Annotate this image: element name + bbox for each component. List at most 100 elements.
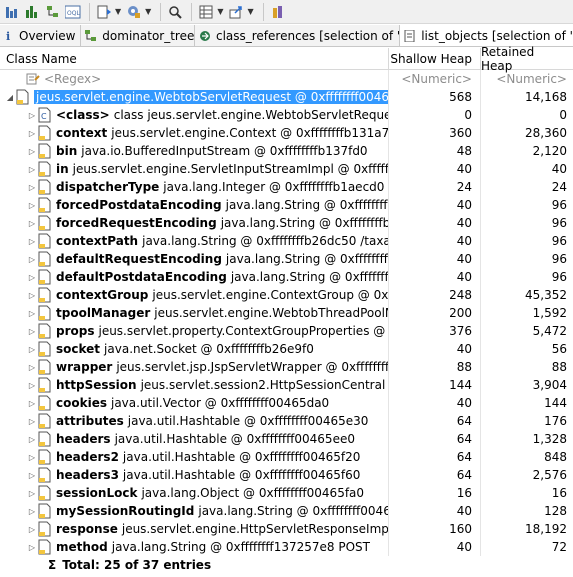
grid-icon[interactable] [197, 3, 215, 21]
bar-chart-icon[interactable] [24, 3, 42, 21]
table-row[interactable]: ▷ contextGroup jeus.servlet.engine.Context… [0, 286, 573, 304]
expand-arrow-icon[interactable]: ▷ [26, 471, 38, 480]
dominator-tree-icon[interactable] [44, 3, 62, 21]
object-icon [38, 305, 52, 321]
expand-arrow-icon[interactable]: ▷ [26, 201, 38, 210]
table-row[interactable]: ▷ headers java.util.Hashtable @ 0xffffffff… [0, 430, 573, 448]
expand-arrow-icon[interactable]: ▷ [26, 219, 38, 228]
table-row[interactable]: ▷ context jeus.servlet.engine.Context @ 0x… [0, 124, 573, 142]
search-icon[interactable] [166, 3, 184, 21]
name-cell: ▷ headers3 java.util.Hashtable @ 0xfffffff… [0, 466, 389, 484]
table-row[interactable]: ▷ defaultPostdataEncoding java.lang.String… [0, 268, 573, 286]
run-report-icon[interactable] [95, 3, 113, 21]
table-row[interactable]: ▷ method java.lang.String @ 0xffffffff1372… [0, 538, 573, 556]
chevron-down-icon[interactable]: ▼ [145, 7, 151, 16]
histogram-icon[interactable] [4, 3, 22, 21]
expand-arrow-icon[interactable]: ▷ [26, 327, 38, 336]
column-header-retained-heap[interactable]: Retained Heap [481, 45, 573, 73]
field-name: method [56, 540, 108, 554]
table-row[interactable]: ▷ headers3 java.util.Hashtable @ 0xfffffff… [0, 466, 573, 484]
name-cell: ▷ cookies java.util.Vector @ 0xffffffff004… [0, 394, 389, 412]
retained-heap-value: 848 [544, 450, 567, 464]
expand-arrow-icon[interactable]: ▷ [26, 453, 38, 462]
table-row[interactable]: ▷ attributes java.util.Hashtable @ 0xfffff… [0, 412, 573, 430]
table-row[interactable]: ▷ socket java.net.Socket @ 0xffffffffb26e9… [0, 340, 573, 358]
chevron-down-icon[interactable]: ▼ [247, 7, 253, 16]
query-browser-icon[interactable] [125, 3, 143, 21]
expand-arrow-icon[interactable]: ▷ [26, 399, 38, 408]
table-row[interactable]: ▷ mySessionRoutingId java.lang.String @ 0x… [0, 502, 573, 520]
pin-icon[interactable] [269, 3, 287, 21]
retained-heap-value: 0 [559, 108, 567, 122]
column-header-class-name[interactable]: Class Name [0, 48, 389, 69]
expand-arrow-icon[interactable]: ▷ [26, 543, 38, 552]
retained-heap-value: 45,352 [525, 288, 567, 302]
expand-arrow-icon[interactable]: ▷ [26, 111, 38, 120]
name-cell: ▷ method java.lang.String @ 0xffffffff1372… [0, 538, 389, 556]
table-row[interactable]: ▷ forcedPostdataEncoding java.lang.String … [0, 196, 573, 214]
tab-label: class_references [selection of 'W... [215, 28, 401, 43]
regex-filter-input[interactable]: <Regex> [44, 72, 101, 86]
table-row[interactable]: ▷ contextPath java.lang.String @ 0xfffffff… [0, 232, 573, 250]
tab-dominator-tree[interactable]: dominator_tree [81, 25, 195, 46]
expand-arrow-icon[interactable]: ▷ [26, 345, 38, 354]
retained-filter-input[interactable]: <Numeric> [481, 70, 573, 88]
table-row[interactable]: ▷ tpoolManager jeus.servlet.engine.WebtobT… [0, 304, 573, 322]
toolbar-separator [89, 2, 90, 21]
chevron-down-icon[interactable]: ▼ [217, 7, 223, 16]
table-row[interactable]: ▷ C <class> class jeus.servlet.engine.Webto… [0, 106, 573, 124]
tab-overview[interactable]: i Overview [0, 25, 82, 46]
tab-list-objects[interactable]: list_objects [selection of 'Webto [400, 25, 573, 46]
expand-arrow-icon[interactable]: ▷ [26, 309, 38, 318]
table-row[interactable]: ▷ props jeus.servlet.property.ContextGroup… [0, 322, 573, 340]
table-row[interactable]: ▷ httpSession jeus.servlet.session2.HttpSe… [0, 376, 573, 394]
table-row[interactable]: ▷ defaultRequestEncoding java.lang.String … [0, 250, 573, 268]
table-row[interactable]: ▷ headers2 java.util.Hashtable @ 0xfffffff… [0, 448, 573, 466]
expand-arrow-icon[interactable]: ▷ [26, 381, 38, 390]
field-name: headers2 [56, 450, 119, 464]
shallow-heap-value: 0 [389, 106, 481, 124]
expand-arrow-icon[interactable]: ▷ [26, 507, 38, 516]
table-row[interactable]: ▷ wrapper jeus.servlet.jsp.JspServletWrapp… [0, 358, 573, 376]
expand-arrow-icon[interactable]: ▷ [26, 291, 38, 300]
tab-class-references[interactable]: class_references [selection of 'W... [195, 25, 401, 46]
total-label: Total: 25 of 37 entries [62, 558, 212, 572]
total-row: Σ Total: 25 of 37 entries [0, 556, 573, 574]
shallow-heap-value: 40 [389, 502, 481, 520]
shallow-heap-value: 40 [389, 214, 481, 232]
collapse-arrow-icon[interactable]: ◢ [4, 93, 16, 102]
name-cell: ▷ defaultRequestEncoding java.lang.String … [0, 250, 389, 268]
expand-arrow-icon[interactable]: ▷ [26, 255, 38, 264]
expand-arrow-icon[interactable]: ▷ [26, 435, 38, 444]
tab-label: list_objects [selection of 'Webto [421, 28, 573, 43]
expand-arrow-icon[interactable]: ▷ [26, 525, 38, 534]
column-header-shallow-heap[interactable]: Shallow Heap [389, 48, 481, 69]
table-row[interactable]: ▷ bin java.io.BufferedInputStream @ 0xffff… [0, 142, 573, 160]
object-icon [38, 179, 52, 195]
oql-icon[interactable]: OQL [64, 3, 82, 21]
expand-arrow-icon[interactable]: ▷ [26, 165, 38, 174]
chevron-down-icon[interactable]: ▼ [115, 7, 121, 16]
table-row[interactable]: ▷ response jeus.servlet.engine.HttpServlet… [0, 520, 573, 538]
table-row[interactable]: ▷ dispatcherType java.lang.Integer @ 0xfff… [0, 178, 573, 196]
export-icon[interactable] [227, 3, 245, 21]
root-object-row[interactable]: ◢ jeus.servlet.engine.WebtobServletReque… [0, 88, 573, 106]
regex-filter-cell[interactable]: <Regex> [0, 70, 389, 88]
expand-arrow-icon[interactable]: ▷ [26, 363, 38, 372]
table-row[interactable]: ▷ sessionLock java.lang.Object @ 0xfffffff… [0, 484, 573, 502]
table-row[interactable]: ▷ in jeus.servlet.engine.ServletInputStrea… [0, 160, 573, 178]
shallow-filter-input[interactable]: <Numeric> [389, 70, 481, 88]
expand-arrow-icon[interactable]: ▷ [26, 273, 38, 282]
object-description: jeus.servlet.engine.Context @ 0xffffffff… [111, 126, 389, 140]
table-row[interactable]: ▷ cookies java.util.Vector @ 0xffffffff004… [0, 394, 573, 412]
expand-arrow-icon[interactable]: ▷ [26, 183, 38, 192]
object-icon [38, 197, 52, 213]
expand-arrow-icon[interactable]: ▷ [26, 237, 38, 246]
object-icon [38, 395, 52, 411]
expand-arrow-icon[interactable]: ▷ [26, 489, 38, 498]
expand-arrow-icon[interactable]: ▷ [26, 417, 38, 426]
table-row[interactable]: ▷ forcedRequestEncoding java.lang.String @… [0, 214, 573, 232]
expand-arrow-icon[interactable]: ▷ [26, 129, 38, 138]
shallow-heap-value: 568 [389, 88, 481, 106]
expand-arrow-icon[interactable]: ▷ [26, 147, 38, 156]
